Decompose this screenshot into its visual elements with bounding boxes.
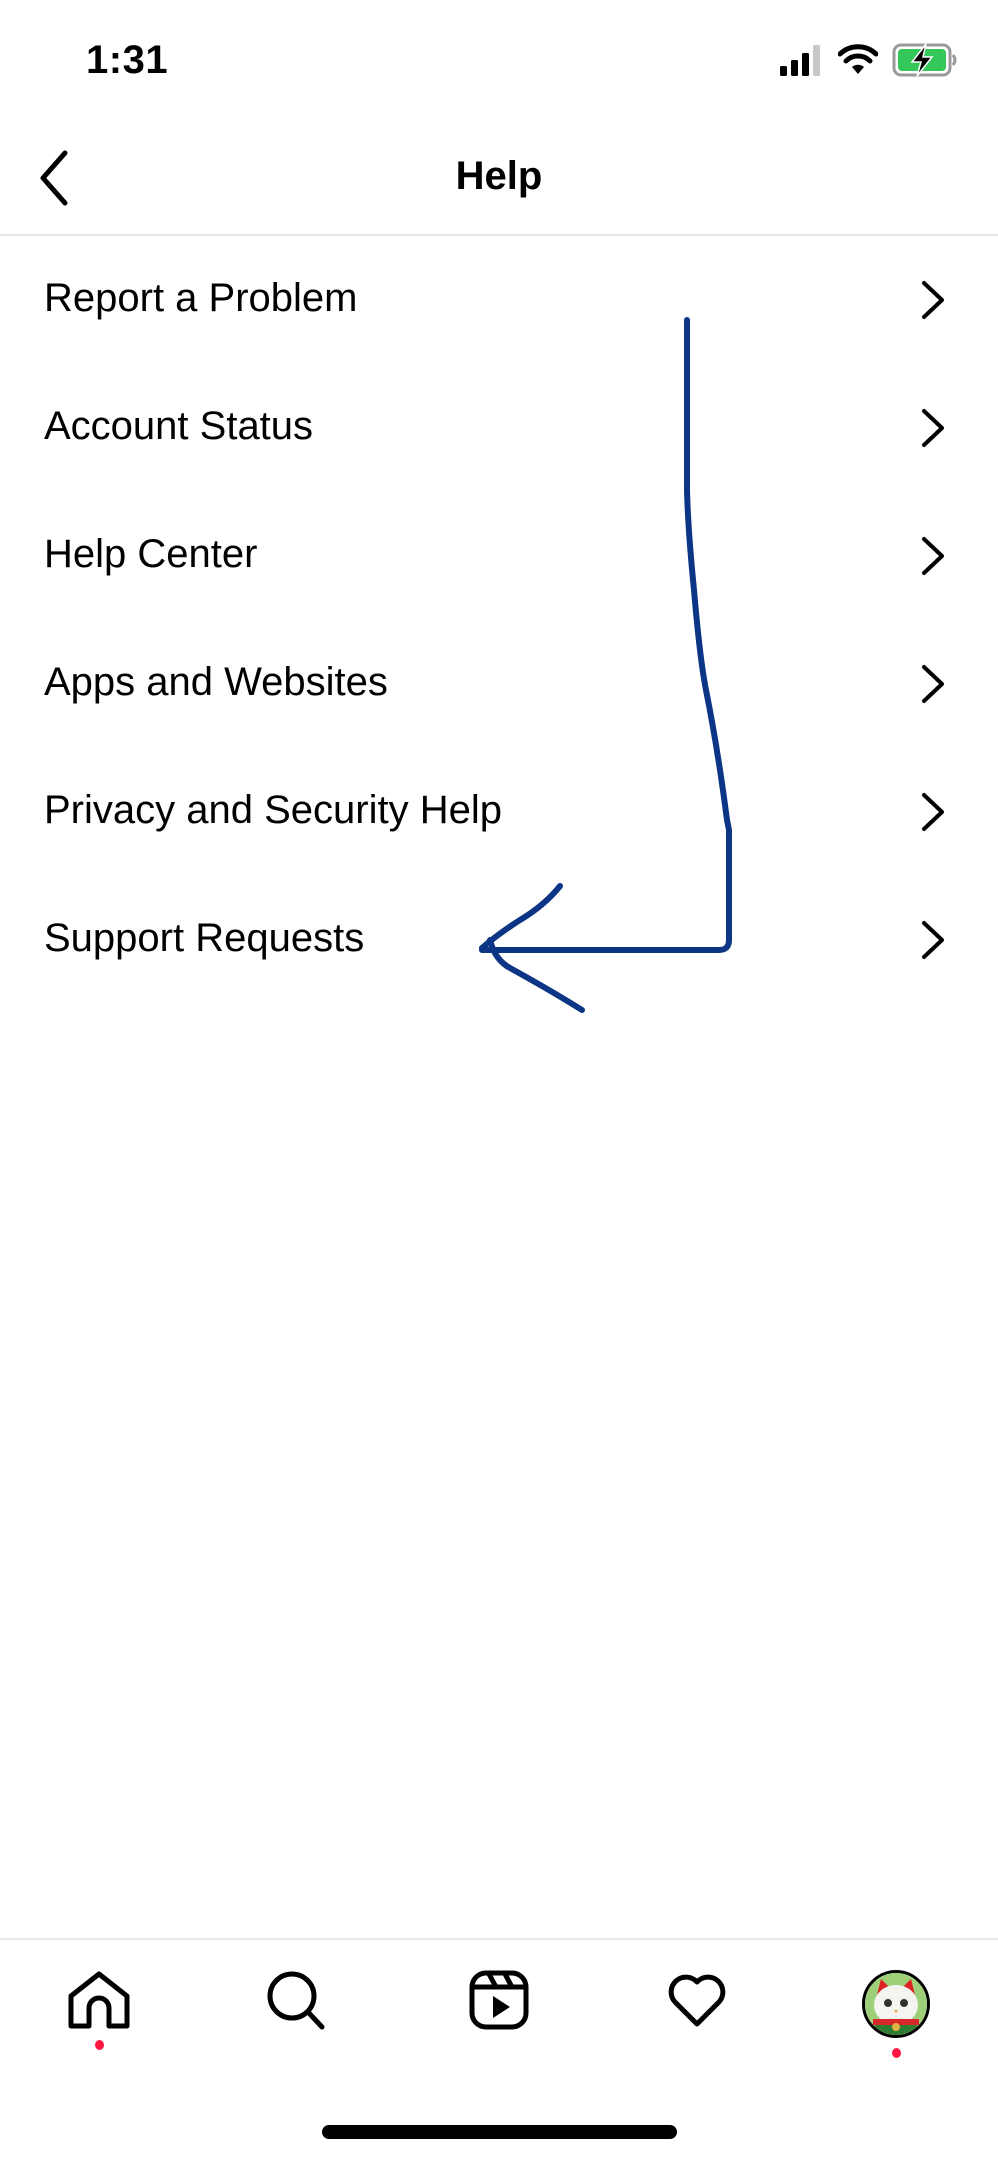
menu-item-label: Help Center [44,532,258,576]
nav-header: Help [0,130,998,236]
status-bar: 1:31 [0,0,998,120]
home-indicator[interactable] [322,2125,677,2139]
status-icons [780,43,958,82]
reels-icon [469,1970,529,2030]
chevron-right-icon [922,665,944,703]
wifi-icon [837,43,879,81]
menu-item-label: Account Status [44,404,314,448]
menu-item-apps-and-websites[interactable]: Apps and Websites [0,620,998,748]
help-menu-list: Report a Problem Account Status Help Cen… [0,236,998,1004]
tab-activity[interactable] [657,1970,737,2060]
menu-item-help-center[interactable]: Help Center [0,492,998,620]
cellular-signal-icon [780,44,824,81]
avatar [862,1970,930,2038]
menu-item-support-requests[interactable]: Support Requests [0,876,998,1004]
page-title: Help [455,154,543,198]
status-time: 1:31 [86,38,169,82]
tab-reels[interactable] [459,1970,539,2060]
notification-dot [891,2048,901,2058]
tab-profile[interactable] [856,1970,936,2060]
notification-dot [94,2040,104,2050]
tab-home[interactable] [59,1970,139,2060]
chevron-right-icon [922,921,944,959]
menu-item-report-a-problem[interactable]: Report a Problem [0,236,998,364]
menu-item-label: Report a Problem [44,276,358,320]
chevron-right-icon [922,793,944,831]
heart-icon [668,1974,726,2027]
search-icon [267,1971,325,2030]
battery-charging-icon [892,43,958,82]
menu-item-account-status[interactable]: Account Status [0,364,998,492]
tab-search[interactable] [258,1970,338,2060]
menu-item-label: Privacy and Security Help [44,788,502,832]
menu-item-label: Support Requests [44,916,365,960]
bottom-tab-bar [0,1938,998,2070]
chevron-right-icon [922,281,944,319]
home-icon [68,1971,130,2029]
menu-item-privacy-and-security-help[interactable]: Privacy and Security Help [0,748,998,876]
chevron-right-icon [922,537,944,575]
chevron-right-icon [922,409,944,447]
menu-item-label: Apps and Websites [44,660,388,704]
